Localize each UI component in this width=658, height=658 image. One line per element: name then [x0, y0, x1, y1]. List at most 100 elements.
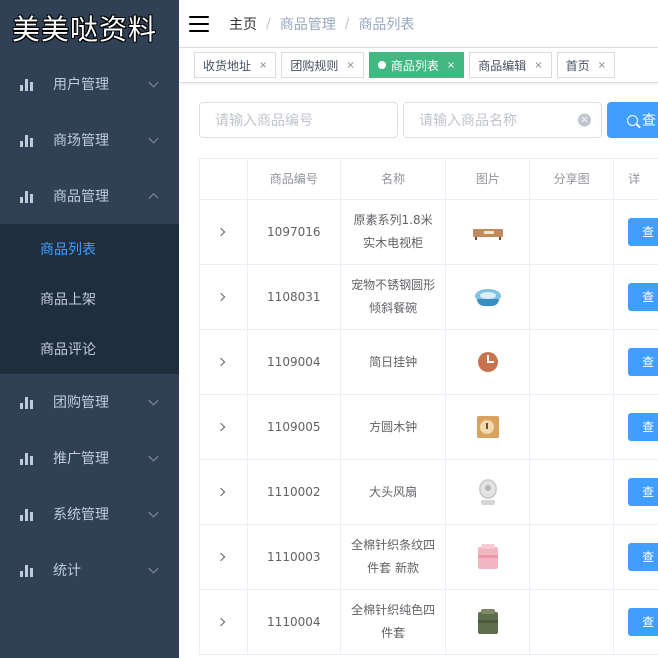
table-row: 1110004 全棉针织纯色四件套 查 — [200, 590, 658, 655]
table-row: 1109004 简日挂钟 查 — [200, 330, 658, 395]
view-detail-button[interactable]: 查 — [628, 283, 658, 311]
sidebar-item-0[interactable]: 用户管理 — [0, 56, 179, 112]
expand-cell[interactable] — [200, 330, 248, 394]
chevron-right-icon[interactable] — [217, 487, 226, 497]
goods-code-cell: 1110004 — [248, 590, 341, 654]
column-header-share-image: 分享图 — [530, 159, 615, 199]
tag-0[interactable]: 收货地址 × — [194, 52, 277, 78]
tag-3[interactable]: 商品编辑 × — [469, 52, 552, 78]
active-dot-icon — [377, 61, 386, 69]
chevron-right-icon[interactable] — [217, 292, 226, 302]
goods-code-cell: 1110002 — [248, 460, 341, 524]
view-detail-button[interactable]: 查 — [628, 543, 658, 571]
goods-image-cell — [446, 330, 531, 394]
sidebar-item-label: 商品管理 — [53, 189, 109, 205]
wood-clock-image[interactable] — [470, 409, 506, 445]
navbar: 主页 / 商品管理 / 商品列表 — [179, 0, 658, 47]
detail-cell: 查 — [614, 525, 658, 589]
view-detail-button[interactable]: 查 — [628, 478, 658, 506]
clear-icon[interactable]: × — [578, 113, 591, 127]
expand-cell[interactable] — [200, 525, 248, 589]
close-icon[interactable]: × — [346, 60, 354, 71]
close-icon[interactable]: × — [447, 60, 455, 71]
tv-stand-image[interactable] — [470, 214, 506, 250]
chevron-right-icon[interactable] — [217, 227, 226, 237]
wall-clock-image[interactable] — [470, 344, 506, 380]
column-header-code: 商品编号 — [248, 159, 341, 199]
hamburger-menu-icon[interactable] — [189, 15, 209, 32]
detail-cell: 查 — [614, 265, 658, 329]
sidebar-item-3[interactable]: 团购管理 — [0, 374, 179, 430]
pet-bowl-image[interactable] — [470, 279, 506, 315]
tag-2[interactable]: 商品列表 × — [368, 52, 465, 78]
table-row: 1110003 全棉针织条纹四件套 新款 查 — [200, 525, 658, 590]
search-button-label: 查 — [642, 113, 656, 129]
expand-cell[interactable] — [200, 460, 248, 524]
expand-cell[interactable] — [200, 590, 248, 654]
sidebar-item-6[interactable]: 统计 — [0, 542, 179, 598]
goods-image-cell — [446, 395, 531, 459]
view-detail-button[interactable]: 查 — [628, 348, 658, 376]
expand-cell[interactable] — [200, 200, 248, 264]
goods-image-cell — [446, 460, 531, 524]
view-detail-button[interactable]: 查 — [628, 218, 658, 246]
detail-cell: 查 — [614, 200, 658, 264]
sidebar-subitem-2[interactable]: 商品评论 — [0, 324, 179, 374]
chevron-down-icon — [148, 507, 159, 518]
breadcrumb-home[interactable]: 主页 — [229, 14, 257, 34]
breadcrumb: 主页 / 商品管理 / 商品列表 — [229, 14, 414, 34]
breadcrumb-separator: / — [266, 15, 271, 32]
chevron-down-icon — [148, 133, 159, 144]
goods-code-cell: 1110003 — [248, 525, 341, 589]
expand-cell[interactable] — [200, 265, 248, 329]
table-row: 1110002 大头风扇 查 — [200, 460, 658, 525]
sidebar-item-label: 用户管理 — [53, 77, 109, 93]
column-header-name: 名称 — [341, 159, 447, 199]
sidebar-item-4[interactable]: 推广管理 — [0, 430, 179, 486]
view-detail-button[interactable]: 查 — [628, 413, 658, 441]
chevron-right-icon[interactable] — [217, 357, 226, 367]
chevron-right-icon[interactable] — [217, 617, 226, 627]
close-icon[interactable]: × — [598, 60, 606, 71]
breadcrumb-separator: / — [344, 15, 350, 32]
sidebar: 美美哒资料 用户管理 商场管理 商品管理 商品列表 商品上架 商品评论 团购管理 推广管理 系统… — [0, 0, 179, 658]
tag-label: 收货地址 — [203, 58, 252, 73]
filter-bar: 请输入商品编号 请输入商品名称 × 查 — [199, 102, 658, 138]
fan-image[interactable] — [470, 474, 506, 510]
search-button[interactable]: 查 — [607, 102, 658, 138]
sidebar-item-5[interactable]: 系统管理 — [0, 486, 179, 542]
goods-table: 商品编号 名称 图片 分享图 详 1097016 原素系列1.8米实木电视柜查 11… — [199, 158, 658, 655]
pink-bedding-image[interactable] — [470, 539, 506, 575]
green-bedding-image[interactable] — [470, 604, 506, 640]
view-detail-button[interactable]: 查 — [628, 608, 658, 636]
sidebar-item-2[interactable]: 商品管理 — [0, 168, 179, 224]
share-image-cell — [530, 460, 615, 524]
table-header: 商品编号 名称 图片 分享图 详 — [200, 159, 658, 200]
chevron-right-icon[interactable] — [217, 422, 226, 432]
sidebar-subitem-0[interactable]: 商品列表 — [0, 224, 179, 274]
chevron-down-icon — [148, 395, 159, 406]
goods-code-input[interactable]: 请输入商品编号 — [199, 102, 398, 138]
table-row: 1108031 宠物不锈钢圆形倾斜餐碗 查 — [200, 265, 658, 330]
bar-chart-icon — [20, 189, 34, 203]
column-header-image: 图片 — [446, 159, 531, 199]
goods-name-input[interactable]: 请输入商品名称 × — [403, 102, 602, 138]
goods-code-cell: 1109005 — [248, 395, 341, 459]
close-icon[interactable]: × — [259, 60, 267, 71]
sidebar-item-label: 系统管理 — [53, 507, 109, 523]
goods-name-cell: 方圆木钟 — [341, 395, 447, 459]
goods-image-cell — [446, 265, 531, 329]
close-icon[interactable]: × — [534, 60, 542, 71]
chevron-right-icon[interactable] — [217, 552, 226, 562]
search-icon — [627, 114, 638, 126]
tag-4[interactable]: 首页 × — [556, 52, 616, 78]
bar-chart-icon — [20, 395, 34, 409]
share-image-cell — [530, 590, 615, 654]
share-image-cell — [530, 265, 615, 329]
tag-1[interactable]: 团购规则 × — [281, 52, 364, 78]
chevron-up-icon — [148, 193, 159, 204]
expand-cell[interactable] — [200, 395, 248, 459]
sidebar-subitem-1[interactable]: 商品上架 — [0, 274, 179, 324]
sidebar-item-1[interactable]: 商场管理 — [0, 112, 179, 168]
share-image-cell — [530, 330, 615, 394]
